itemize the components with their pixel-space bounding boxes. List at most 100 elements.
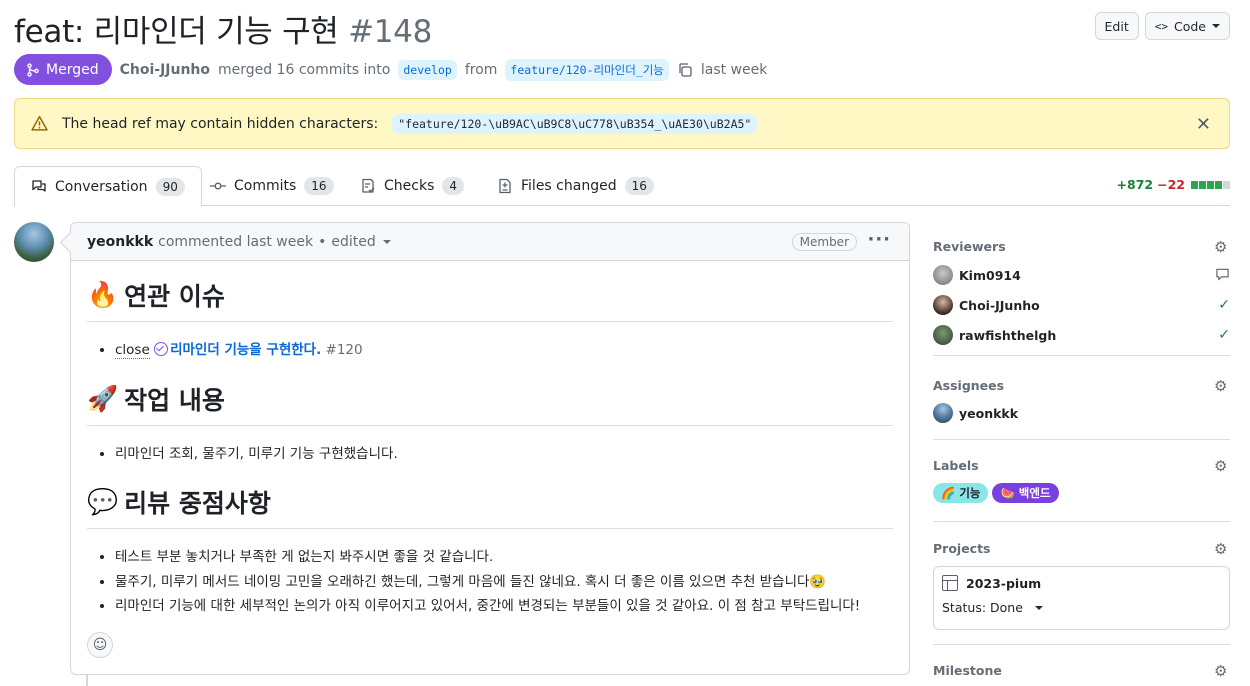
kebab-menu-icon[interactable]: ···: [867, 229, 891, 250]
diffstat-additions: +872: [1116, 177, 1154, 192]
diffstat-block: [1199, 180, 1206, 189]
code-button-label: Code: [1173, 18, 1206, 34]
issue-number[interactable]: #120: [326, 342, 363, 358]
add-reaction-button[interactable]: ☺: [87, 632, 113, 658]
comment-author[interactable]: yeonkkk: [87, 234, 153, 250]
assignees-section: Assignees ⚙ yeonkkk: [933, 356, 1230, 440]
list-item: 리마인더 조회, 물주기, 미루기 기능 구현했습니다.: [115, 442, 893, 467]
check-icon: ✓: [1218, 297, 1230, 313]
head-branch[interactable]: feature/120-리마인더_기능: [505, 58, 669, 81]
close-keyword: close: [115, 342, 150, 359]
warning-text: The head ref may contain hidden characte…: [62, 115, 379, 132]
tab-conversation[interactable]: Conversation 90: [14, 166, 202, 207]
merge-description: merged 16 commits into: [218, 61, 391, 78]
chevron-down-icon[interactable]: [382, 239, 391, 244]
merge-time: last week: [700, 61, 768, 78]
project-name[interactable]: 2023-pium: [966, 576, 1041, 591]
reviewers-title[interactable]: Reviewers: [933, 222, 1230, 254]
reviewer-item[interactable]: rawfishthelgh ✓: [933, 320, 1230, 350]
gear-icon[interactable]: ⚙: [1214, 239, 1230, 255]
chevron-down-icon: [1212, 24, 1220, 28]
comment-body: 🔥 연관 이슈 close 리마인더 기능을 구현한다. #120 🚀 작업 내…: [71, 277, 909, 619]
issue-list: close 리마인더 기능을 구현한다. #120: [115, 338, 893, 363]
project-name-row: 2023-pium: [942, 575, 1221, 591]
project-status-row[interactable]: Status: Done: [942, 600, 1221, 615]
comment-header: yeonkkk commented last week • edited Mem…: [71, 223, 909, 261]
issue-closed-icon: [154, 342, 169, 356]
labels-section: Labels ⚙ 🌈 기능 🍉 백엔드: [933, 440, 1230, 522]
gear-icon[interactable]: ⚙: [1214, 378, 1230, 394]
reviewer-name: rawfishthelgh: [959, 327, 1057, 343]
code-icon: <>: [1154, 19, 1168, 33]
tab-commits[interactable]: Commits 16: [194, 166, 350, 206]
reviewer-item[interactable]: Kim0914: [933, 260, 1230, 290]
tab-files-changed-label: Files changed: [521, 178, 617, 194]
rocket-icon: 🚀: [87, 383, 119, 413]
alert-icon: [31, 115, 48, 131]
diffstat-block: [1215, 180, 1222, 189]
smiley-icon: ☺: [92, 637, 108, 653]
avatar: [933, 295, 953, 315]
project-card[interactable]: 2023-pium Status: Done: [933, 566, 1230, 630]
gear-icon[interactable]: ⚙: [1214, 458, 1230, 474]
diffstat-deletions: −22: [1157, 177, 1185, 192]
assignee-name: yeonkkk: [959, 405, 1019, 421]
assignees-title[interactable]: Assignees: [933, 356, 1230, 393]
warning-ref-code: "feature/120-\uB9AC\uB9C8\uC778\uB354_\u…: [392, 113, 758, 134]
tab-commits-label: Commits: [234, 178, 297, 194]
speech-bubble-icon: 💬: [87, 487, 119, 516]
edited-dropdown[interactable]: edited: [331, 234, 375, 250]
gear-icon[interactable]: ⚙: [1214, 663, 1230, 679]
from-text: from: [464, 61, 498, 78]
tab-checks[interactable]: Checks 4: [344, 166, 480, 206]
projects-section: Projects ⚙ 2023-pium Status: Done: [933, 522, 1230, 645]
milestone-section: Milestone ⚙: [933, 645, 1230, 685]
projects-title[interactable]: Projects: [933, 522, 1230, 556]
tab-files-changed-count: 16: [624, 177, 654, 195]
tab-checks-label: Checks: [384, 178, 435, 194]
labels-title[interactable]: Labels: [933, 440, 1230, 473]
file-diff-icon: [499, 178, 511, 194]
issue-link[interactable]: 리마인더 기능을 구현한다.: [170, 342, 321, 358]
close-icon[interactable]: ✕: [1196, 114, 1211, 135]
base-branch[interactable]: develop: [398, 59, 457, 80]
check-icon: ✓: [1218, 327, 1230, 343]
copy-icon[interactable]: [677, 62, 693, 78]
timeline-line: [86, 675, 88, 686]
comment-action: commented last week: [158, 233, 314, 250]
reviewer-item[interactable]: Choi-JJunho ✓: [933, 290, 1230, 320]
comment-icon: [1215, 267, 1230, 286]
hidden-characters-warning: The head ref may contain hidden characte…: [14, 98, 1230, 149]
list-item: 테스트 부분 놓치거나 부족한 게 없는지 봐주시면 좋을 것 같습니다.: [115, 545, 893, 570]
pr-description-comment: yeonkkk commented last week • edited Mem…: [70, 222, 910, 675]
avatar: [933, 325, 953, 345]
pr-author-link[interactable]: Choi-JJunho: [120, 62, 210, 78]
label-backend[interactable]: 🍉 백엔드: [992, 483, 1059, 503]
gear-icon[interactable]: ⚙: [1214, 541, 1230, 557]
separator-dot: •: [318, 233, 327, 250]
code-button[interactable]: <> Code: [1144, 12, 1230, 40]
sidebar: Reviewers ⚙ Kim0914 Choi-JJunho ✓ rawfis…: [933, 222, 1230, 685]
merged-state-badge: Merged: [14, 54, 112, 85]
diffstat-block: [1191, 180, 1198, 189]
comment-discussion-icon: [32, 179, 46, 192]
diffstat-blocks: [1191, 180, 1230, 189]
tab-commits-count: 16: [304, 177, 334, 195]
milestone-title[interactable]: Milestone: [933, 645, 1230, 678]
assignee-item[interactable]: yeonkkk: [933, 398, 1230, 428]
diffstat: +872 −22: [1117, 177, 1230, 192]
git-commit-icon: [210, 182, 226, 190]
tab-conversation-label: Conversation: [55, 178, 148, 195]
edit-button[interactable]: Edit: [1094, 12, 1139, 40]
heading-related-issue: 🔥 연관 이슈: [87, 277, 893, 322]
avatar[interactable]: [14, 222, 54, 262]
work-list: 리마인더 조회, 물주기, 미루기 기능 구현했습니다.: [115, 442, 893, 467]
list-item: 물주기, 미루기 메서드 네이밍 고민을 오래하긴 했는데, 그렇게 마음에 들…: [115, 570, 893, 595]
tab-files-changed[interactable]: Files changed 16: [481, 166, 670, 206]
label-feature[interactable]: 🌈 기능: [933, 483, 989, 503]
fire-icon: 🔥: [87, 280, 119, 309]
checklist-icon: [362, 178, 375, 193]
member-badge: Member: [791, 233, 857, 251]
chevron-down-icon: [1034, 605, 1043, 610]
list-item: close 리마인더 기능을 구현한다. #120: [115, 338, 893, 363]
